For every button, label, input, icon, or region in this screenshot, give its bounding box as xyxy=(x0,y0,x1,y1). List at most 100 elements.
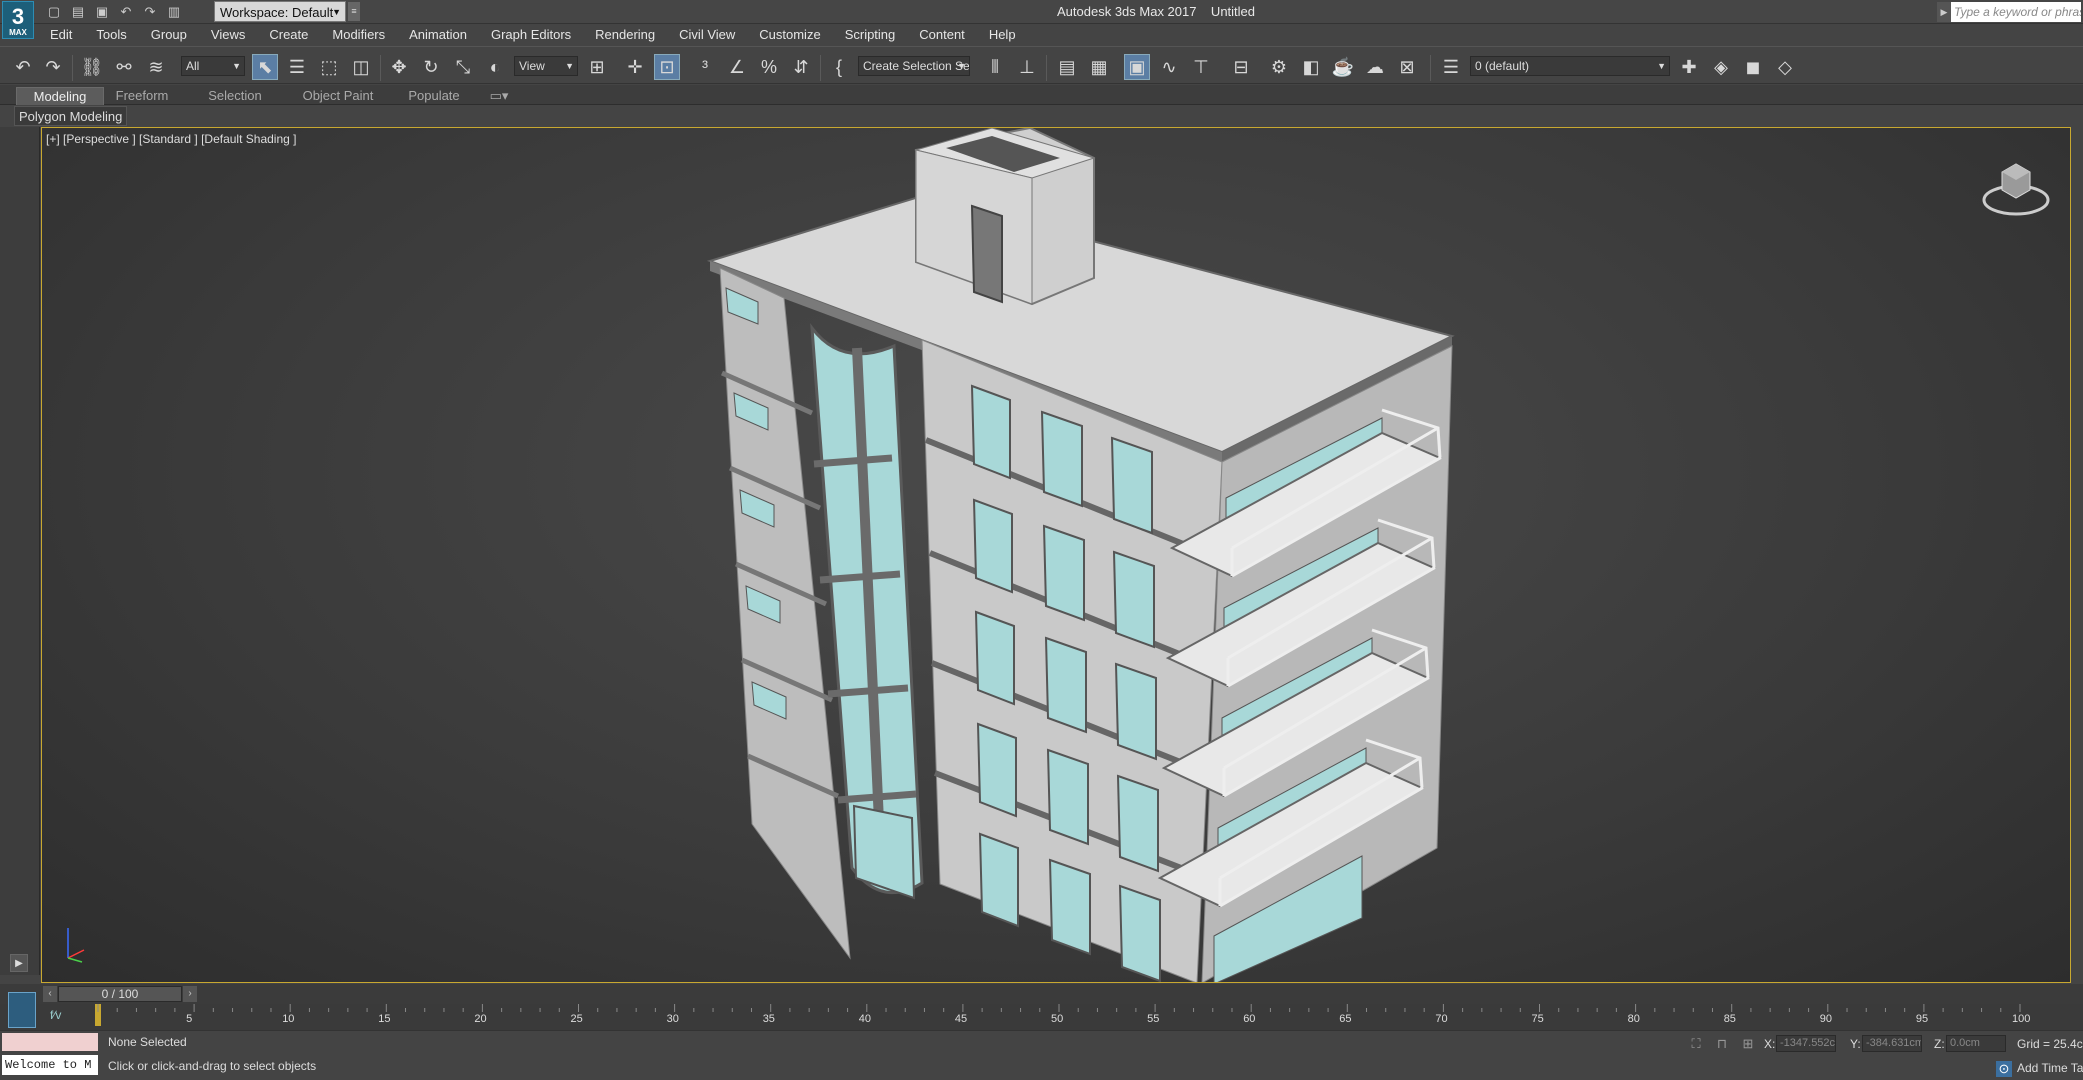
percent-snap-icon[interactable]: % xyxy=(756,54,782,80)
menu-group[interactable]: Group xyxy=(139,24,199,46)
render-setup-icon[interactable]: ⚙ xyxy=(1266,54,1292,80)
workspace-dropdown[interactable]: Workspace: Default ▼ xyxy=(214,1,346,22)
ribbon-options-icon[interactable]: ▭▾ xyxy=(484,87,514,105)
menu-customize[interactable]: Customize xyxy=(747,24,832,46)
new-scene-icon[interactable]: ▢ xyxy=(44,3,64,21)
mirror-icon[interactable]: ⫴ xyxy=(982,54,1008,80)
edit-named-selection-icon[interactable]: { xyxy=(826,54,852,80)
select-object-icon[interactable]: ⬉ xyxy=(252,54,278,80)
named-selection-dropdown[interactable]: Create Selection Se ▼ xyxy=(858,56,970,76)
z-coordinate-field[interactable]: 0.0cm xyxy=(1946,1035,2006,1052)
project-folder-icon[interactable]: ▥ xyxy=(164,3,184,21)
menu-scripting[interactable]: Scripting xyxy=(833,24,908,46)
align-icon[interactable]: ⊥ xyxy=(1014,54,1040,80)
scene-explorer-icon[interactable]: ▤ xyxy=(1054,54,1080,80)
next-frame-icon[interactable]: › xyxy=(183,986,197,1002)
bind-space-warp-icon[interactable]: ≋ xyxy=(143,54,169,80)
time-tag-icon[interactable]: ⊙ xyxy=(1996,1061,2012,1077)
undo-icon[interactable]: ↶ xyxy=(116,3,136,21)
select-by-name-icon[interactable]: ☰ xyxy=(284,54,310,80)
layers-toolbar-icon[interactable]: ☰ xyxy=(1438,54,1464,80)
y-coordinate-field[interactable]: -384.631cm xyxy=(1862,1035,1922,1052)
keyboard-shortcut-override-icon[interactable]: ⊡ xyxy=(654,54,680,80)
menu-civil-view[interactable]: Civil View xyxy=(667,24,747,46)
maxscript-listener-top[interactable] xyxy=(2,1033,98,1051)
workspace-options-icon[interactable]: ≡ xyxy=(348,2,360,21)
select-objects-in-layer-icon[interactable]: ◼ xyxy=(1740,54,1766,80)
app-logo[interactable]: 3 MAX xyxy=(2,1,34,39)
schematic-view-icon[interactable]: ⊤ xyxy=(1188,54,1214,80)
tab-populate[interactable]: Populate xyxy=(400,87,468,105)
selection-filter-dropdown[interactable]: All ▼ xyxy=(181,56,245,76)
layer-explorer-icon[interactable]: ▦ xyxy=(1086,54,1112,80)
maxscript-listener[interactable]: Welcome to M xyxy=(2,1055,98,1075)
undo-icon[interactable]: ↶ xyxy=(10,54,36,80)
quick-access-toolbar: ▢ ▤ ▣ ↶ ↷ ▥ xyxy=(44,3,184,21)
rectangular-selection-icon[interactable]: ⬚ xyxy=(316,54,342,80)
menu-help[interactable]: Help xyxy=(977,24,1028,46)
tab-object-paint[interactable]: Object Paint xyxy=(294,87,382,105)
perspective-viewport[interactable]: [+] [Perspective ] [Standard ] [Default … xyxy=(41,127,2071,983)
unlink-icon[interactable]: ⚯ xyxy=(111,54,137,80)
angle-snap-icon[interactable]: ∠ xyxy=(724,54,750,80)
redo-icon[interactable]: ↷ xyxy=(140,3,160,21)
left-command-strip xyxy=(0,127,40,975)
select-and-place-icon[interactable]: ◐ xyxy=(482,54,508,80)
menu-animation[interactable]: Animation xyxy=(397,24,479,46)
menu-views[interactable]: Views xyxy=(199,24,257,46)
open-file-icon[interactable]: ▤ xyxy=(68,3,88,21)
time-slider-frame[interactable]: 0 / 100 xyxy=(58,986,182,1002)
menu-rendering[interactable]: Rendering xyxy=(583,24,667,46)
curve-editor-icon[interactable]: ∿ xyxy=(1156,54,1182,80)
selection-lock-icon[interactable]: ⊓ xyxy=(1714,1036,1730,1052)
material-editor-icon[interactable]: ⊟ xyxy=(1228,54,1254,80)
menu-create[interactable]: Create xyxy=(257,24,320,46)
select-and-rotate-icon[interactable]: ↻ xyxy=(418,54,444,80)
add-selection-to-layer-icon[interactable]: ◈ xyxy=(1708,54,1734,80)
spinner-snap-icon[interactable]: ⇵ xyxy=(788,54,814,80)
search-expand-icon[interactable]: ▶ xyxy=(1937,2,1951,22)
a360-gallery-icon[interactable]: ⊠ xyxy=(1394,54,1420,80)
add-time-tag-button[interactable]: Add Time Tag xyxy=(2017,1061,2083,1075)
previous-frame-icon[interactable]: ‹ xyxy=(43,986,57,1002)
menu-content[interactable]: Content xyxy=(907,24,977,46)
rendered-frame-window-icon[interactable]: ◧ xyxy=(1298,54,1324,80)
window-crossing-icon[interactable]: ◫ xyxy=(348,54,374,80)
create-new-layer-icon[interactable]: ✚ xyxy=(1676,54,1702,80)
link-icon[interactable]: ⛓ xyxy=(79,54,105,80)
menu-edit[interactable]: Edit xyxy=(38,24,84,46)
viewcube-icon[interactable] xyxy=(1982,163,2050,216)
set-current-layer-icon[interactable]: ◇ xyxy=(1772,54,1798,80)
save-file-icon[interactable]: ▣ xyxy=(92,3,112,21)
track-tick-label: 95 xyxy=(1915,1013,1929,1025)
tab-modeling[interactable]: Modeling xyxy=(16,87,104,105)
select-and-move-icon[interactable]: ✥ xyxy=(386,54,412,80)
expand-left-panel-icon[interactable]: ▶ xyxy=(10,954,28,972)
absolute-mode-icon[interactable]: ⊞ xyxy=(1740,1036,1756,1052)
reference-coordinate-dropdown[interactable]: View ▼ xyxy=(514,56,578,76)
layer-dropdown[interactable]: 0 (default) ▼ xyxy=(1470,56,1670,76)
snaps-toggle-icon[interactable]: ³ xyxy=(692,54,718,80)
select-and-scale-icon[interactable]: ⤡ xyxy=(450,54,476,80)
polygon-modeling-panel[interactable]: Polygon Modeling xyxy=(14,106,128,126)
ribbon-toggle-icon[interactable]: ▣ xyxy=(1124,54,1150,80)
track-tick-label: 40 xyxy=(858,1013,872,1025)
tab-freeform[interactable]: Freeform xyxy=(108,87,176,105)
select-manipulate-icon[interactable]: ✛ xyxy=(622,54,648,80)
track-tick-label: 60 xyxy=(1243,1013,1256,1025)
menu-graph-editors[interactable]: Graph Editors xyxy=(479,24,583,46)
render-in-cloud-icon[interactable]: ☁ xyxy=(1362,54,1388,80)
render-production-icon[interactable]: ☕ xyxy=(1330,54,1356,80)
menu-modifiers[interactable]: Modifiers xyxy=(320,24,397,46)
pivot-point-center-icon[interactable]: ⊞ xyxy=(584,54,610,80)
menu-tools[interactable]: Tools xyxy=(84,24,138,46)
tab-selection[interactable]: Selection xyxy=(196,87,274,105)
search-input[interactable]: Type a keyword or phrase xyxy=(1951,2,2081,22)
track-bar[interactable]: f∕v 5 10 15 20 25 30 35 40 45 50 55 60 65 70 75 80 85 90 9… xyxy=(0,992,2083,1030)
time-slider[interactable]: ‹ 0 / 100 › xyxy=(0,984,2083,1004)
x-coordinate-field[interactable]: -1347.552c xyxy=(1776,1035,1836,1052)
track-tick-label: 15 xyxy=(378,1013,391,1025)
isolate-selection-icon[interactable]: ⛶ xyxy=(1688,1036,1704,1052)
track-ruler xyxy=(95,1004,2021,1026)
redo-icon[interactable]: ↷ xyxy=(40,54,66,80)
